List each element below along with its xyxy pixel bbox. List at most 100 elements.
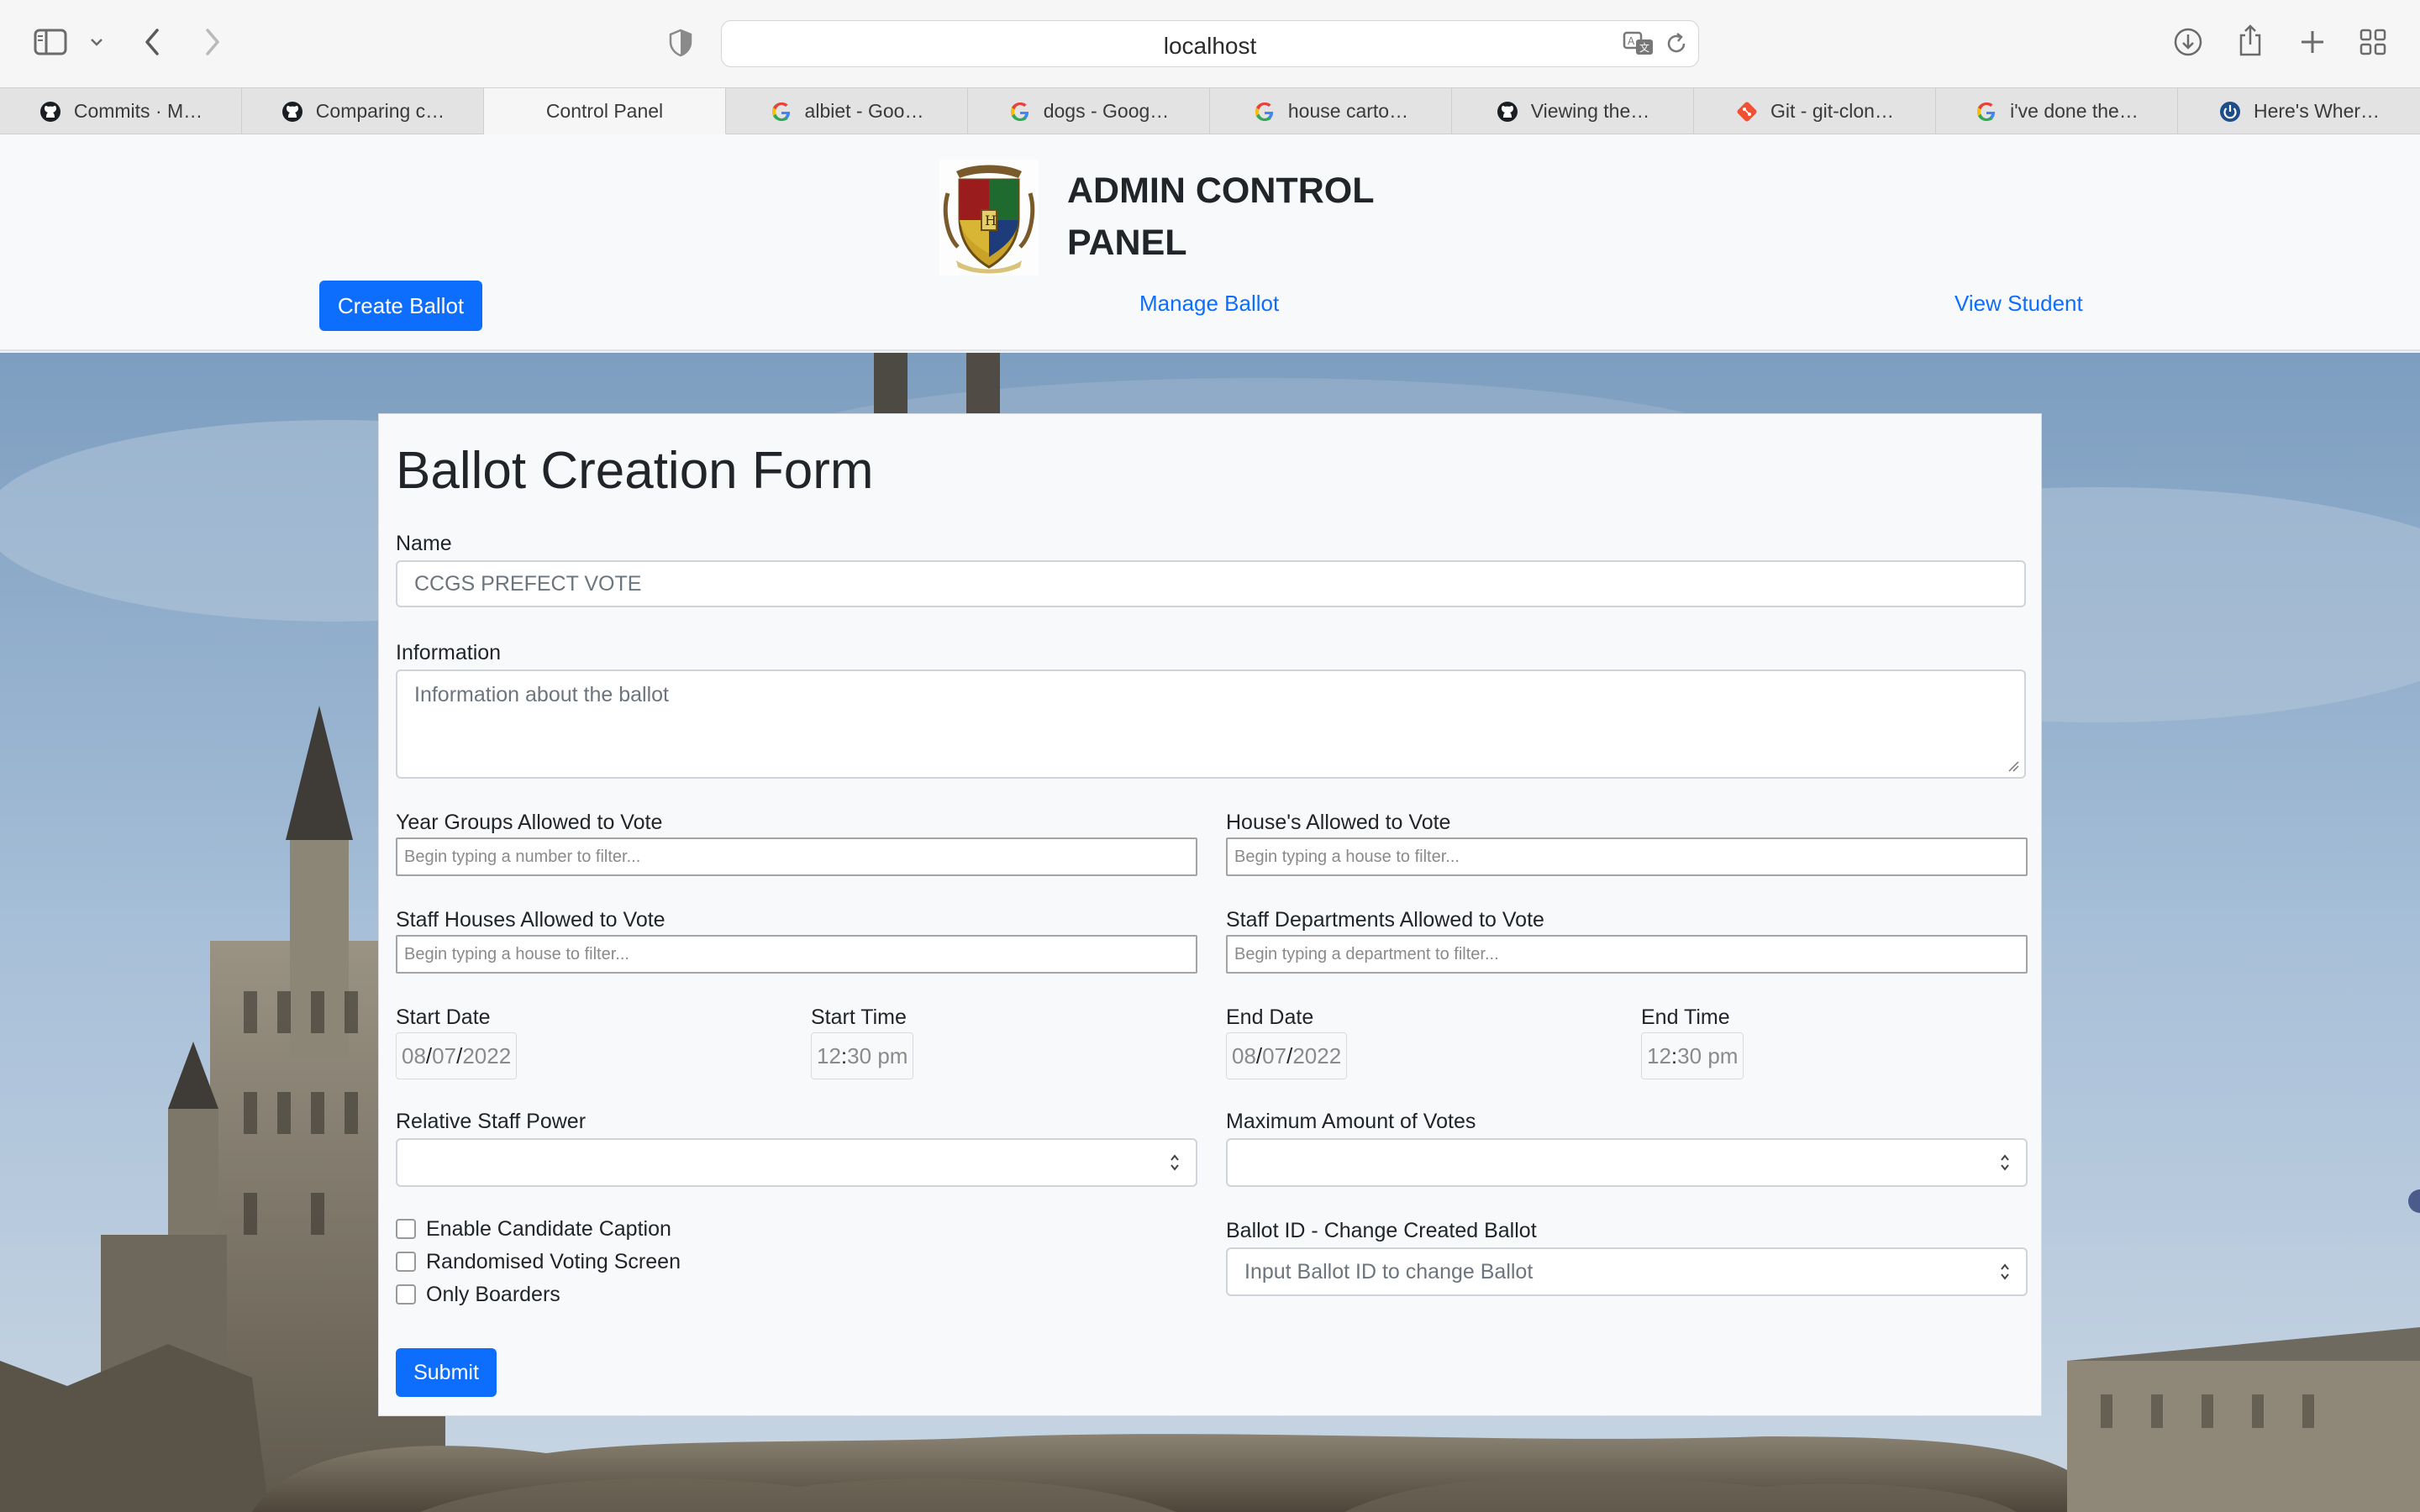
svg-text:文: 文 — [1639, 41, 1649, 54]
tab-label: albiet - Goo… — [804, 100, 924, 122]
privacy-shield-icon[interactable] — [666, 27, 696, 59]
google-icon — [1253, 100, 1276, 123]
end-time-input[interactable]: 12:30 pm — [1641, 1032, 1744, 1079]
chevron-down-icon[interactable] — [87, 32, 106, 52]
ballot-id-input[interactable]: Input Ballot ID to change Ballot — [1226, 1247, 2028, 1296]
tab-control-panel[interactable]: Control Panel — [484, 88, 726, 134]
svg-text:H: H — [985, 213, 997, 228]
houses-label: House's Allowed to Vote — [1226, 811, 1451, 834]
github-icon — [1496, 100, 1519, 123]
staff-power-label: Relative Staff Power — [396, 1110, 587, 1133]
tab-label: Here's Wher… — [2253, 100, 2381, 122]
only-boarders-checkbox[interactable] — [396, 1284, 416, 1305]
start-date-label: Start Date — [396, 1005, 491, 1029]
svg-text:A: A — [1628, 35, 1635, 47]
randomised-voting-checkbox[interactable] — [396, 1252, 416, 1272]
candidate-caption-checkbox[interactable] — [396, 1219, 416, 1239]
submit-button[interactable]: Submit — [396, 1348, 497, 1397]
tab-albiet[interactable]: albiet - Goo… — [726, 88, 968, 134]
end-time-hour[interactable]: 12 — [1647, 1043, 1671, 1069]
name-label: Name — [396, 532, 452, 555]
power-icon — [2218, 100, 2242, 123]
staff-houses-label: Staff Houses Allowed to Vote — [396, 908, 666, 932]
create-ballot-button[interactable]: Create Ballot — [319, 281, 482, 331]
tab-strip: Commits · M… Comparing c… Control Panel … — [0, 87, 2420, 134]
number-spinner-icon[interactable] — [1169, 1151, 1181, 1180]
max-votes-label: Maximum Amount of Votes — [1226, 1110, 1476, 1133]
end-date-label: End Date — [1226, 1005, 1314, 1029]
google-icon — [1975, 100, 1998, 123]
url-text: localhost — [1163, 33, 1257, 59]
github-icon — [281, 100, 304, 123]
number-spinner-icon[interactable] — [1999, 1260, 2011, 1289]
start-time-label: Start Time — [811, 1005, 907, 1029]
tab-overview-icon[interactable] — [2358, 27, 2388, 57]
tab-git-clone[interactable]: Git - git-clon… — [1694, 88, 1936, 134]
school-crest-logo: H — [939, 160, 1039, 276]
back-icon[interactable] — [139, 25, 165, 59]
candidate-caption-label: Enable Candidate Caption — [426, 1217, 671, 1241]
end-date-input[interactable]: 08/07/2022 — [1226, 1032, 1348, 1079]
reload-icon[interactable] — [1665, 31, 1688, 60]
staff-power-input[interactable] — [396, 1138, 1197, 1187]
tab-label: house carto… — [1287, 100, 1409, 122]
page: H ADMIN CONTROL PANEL Create Ballot Mana… — [0, 134, 2420, 1512]
downloads-icon[interactable] — [2171, 25, 2205, 59]
google-icon — [1008, 100, 1032, 123]
form-title: Ballot Creation Form — [396, 442, 874, 500]
start-date-month[interactable]: 08 — [402, 1043, 426, 1069]
staff-departments-label: Staff Departments Allowed to Vote — [1226, 908, 1544, 932]
browser-toolbar: localhost A文 — [0, 0, 2420, 87]
number-spinner-icon[interactable] — [1999, 1151, 2011, 1180]
max-votes-input[interactable] — [1226, 1138, 2028, 1187]
forward-icon[interactable] — [200, 25, 225, 59]
start-time-hour[interactable]: 12 — [817, 1043, 841, 1069]
tab-commits[interactable]: Commits · M… — [0, 88, 242, 134]
tab-dogs[interactable]: dogs - Goog… — [968, 88, 1210, 134]
page-header: H ADMIN CONTROL PANEL Create Ballot Mana… — [0, 134, 2420, 351]
end-date-year[interactable]: 2022 — [1292, 1043, 1341, 1069]
tab-viewing[interactable]: Viewing the… — [1452, 88, 1694, 134]
start-time-input[interactable]: 12:30 pm — [811, 1032, 914, 1079]
end-date-month[interactable]: 08 — [1232, 1043, 1256, 1069]
ballot-form-card: Ballot Creation Form Name CCGS PREFECT V… — [378, 413, 2042, 1416]
end-time-ampm[interactable]: pm — [1707, 1043, 1738, 1069]
end-date-day[interactable]: 07 — [1262, 1043, 1286, 1069]
information-placeholder: Information about the ballot — [414, 683, 669, 706]
end-time-label: End Time — [1641, 1005, 1730, 1029]
address-bar[interactable]: localhost A文 — [721, 20, 1699, 67]
only-boarders-label: Only Boarders — [426, 1283, 560, 1306]
ballot-id-placeholder: Input Ballot ID to change Ballot — [1244, 1259, 1534, 1284]
translate-icon[interactable]: A文 — [1623, 29, 1656, 62]
houses-filter-input[interactable]: Begin typing a house to filter... — [1226, 837, 2028, 876]
tab-ive-done[interactable]: i've done the… — [1936, 88, 2178, 134]
randomised-voting-label: Randomised Voting Screen — [426, 1250, 681, 1273]
year-groups-filter-input[interactable]: Begin typing a number to filter... — [396, 837, 1197, 876]
information-textarea[interactable]: Information about the ballot — [396, 669, 2026, 779]
staff-departments-filter-input[interactable]: Begin typing a department to filter... — [1226, 935, 2028, 974]
github-icon — [39, 100, 62, 123]
sidebar-toggle-icon[interactable] — [34, 27, 67, 57]
resize-handle-icon[interactable] — [2007, 760, 2019, 772]
start-time-ampm[interactable]: pm — [877, 1043, 908, 1069]
tab-house-cartoon[interactable]: house carto… — [1210, 88, 1452, 134]
end-time-minute[interactable]: 30 — [1677, 1043, 1702, 1069]
ballot-id-label: Ballot ID - Change Created Ballot — [1226, 1219, 1537, 1242]
tab-label: dogs - Goog… — [1043, 100, 1170, 122]
view-student-link[interactable]: View Student — [1954, 291, 2083, 317]
start-date-year[interactable]: 2022 — [462, 1043, 511, 1069]
information-label: Information — [396, 641, 502, 664]
start-date-day[interactable]: 07 — [432, 1043, 456, 1069]
start-time-minute[interactable]: 30 — [847, 1043, 871, 1069]
tab-heres-where[interactable]: Here's Wher… — [2178, 88, 2420, 134]
new-tab-icon[interactable] — [2297, 27, 2328, 57]
name-input[interactable]: CCGS PREFECT VOTE — [396, 560, 2026, 607]
staff-houses-filter-input[interactable]: Begin typing a house to filter... — [396, 935, 1197, 974]
git-icon — [1735, 100, 1759, 123]
page-title: ADMIN CONTROL PANEL — [1067, 171, 1375, 263]
start-date-input[interactable]: 08/07/2022 — [396, 1032, 518, 1079]
tab-label: Control Panel — [545, 99, 664, 122]
share-icon[interactable] — [2235, 22, 2265, 59]
manage-ballot-link[interactable]: Manage Ballot — [1139, 291, 1279, 317]
tab-comparing[interactable]: Comparing c… — [242, 88, 484, 134]
